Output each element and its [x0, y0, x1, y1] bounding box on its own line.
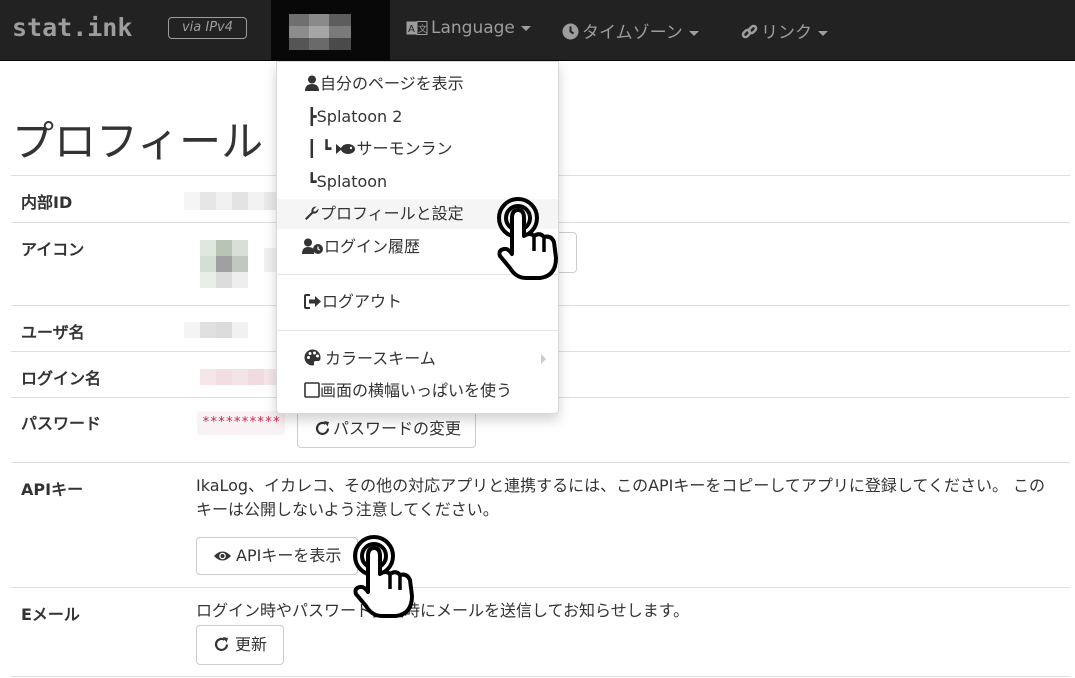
timezone-label: タイムゾーン — [582, 23, 683, 43]
menu-label: カラースキーム — [325, 349, 436, 368]
link-icon — [741, 23, 758, 45]
menu-item-splatoon2[interactable]: ┣Splatoon 2 — [277, 102, 558, 132]
chevron-down-icon — [520, 25, 531, 31]
clock-icon — [562, 23, 579, 45]
via-ipv4-badge: via IPv4 — [168, 17, 247, 39]
row-label-api-key: APIキー — [21, 480, 84, 499]
table-row: Eメール ログイン時やパスワード変更時にメールを送信してお知らせします。 更新 — [11, 587, 1070, 677]
menu-item-color-scheme[interactable]: カラースキーム — [277, 344, 558, 374]
wrench-icon — [304, 201, 320, 231]
menu-item-splatoon[interactable]: ┗Splatoon — [277, 167, 558, 197]
menu-divider — [278, 330, 559, 331]
fish-icon — [336, 135, 356, 165]
show-api-key-button[interactable]: APIキーを表示 — [196, 537, 359, 576]
palette-icon — [304, 346, 321, 376]
navbar: stat.ink via IPv4 A文 Language タイムゾーン リンク — [0, 0, 1075, 61]
user-clock-icon — [302, 234, 324, 264]
change-password-label: パスワードの変更 — [333, 419, 462, 438]
svg-text:A: A — [408, 24, 415, 35]
change-password-button[interactable]: パスワードの変更 — [297, 410, 477, 450]
svg-text:文: 文 — [418, 23, 427, 35]
page-title: プロフィール — [12, 117, 264, 166]
email-description: ログイン時やパスワード変更時にメールを送信してお知らせします。 — [196, 601, 690, 620]
links-label: リンク — [761, 23, 812, 43]
refresh-icon — [213, 629, 230, 667]
checkbox-icon — [304, 378, 320, 408]
row-label-login-name: ログイン名 — [21, 369, 102, 388]
menu-label: プロフィールと設定 — [320, 204, 464, 223]
sign-out-icon — [304, 289, 322, 319]
row-label-internal-id: 内部ID — [21, 193, 73, 212]
links-menu[interactable]: リンク — [741, 18, 828, 45]
menu-label-salmon-run: サーモンラン — [356, 139, 453, 158]
table-row: APIキー IkaLog、イカレコ、その他の対応アプリと連携するには、このAPI… — [11, 462, 1070, 587]
row-label-icon: アイコン — [21, 240, 85, 259]
menu-item-my-page[interactable]: 自分のページを表示 — [277, 69, 558, 99]
api-key-description: IkaLog、イカレコ、その他の対応アプリと連携するには、このAPIキーをコピー… — [196, 476, 1046, 519]
menu-item-salmon-run[interactable]: ┃ ┗ サーモンラン — [277, 134, 558, 164]
language-icon: A文 — [406, 20, 428, 40]
update-email-button[interactable]: 更新 — [196, 625, 285, 667]
timezone-menu[interactable]: タイムゾーン — [562, 18, 699, 45]
eye-icon — [213, 540, 232, 576]
menu-label: ┣Splatoon 2 — [307, 107, 403, 126]
user-icon — [304, 71, 320, 101]
menu-label: ┗Splatoon — [307, 172, 388, 191]
row-label-username: ユーザ名 — [21, 323, 85, 342]
row-label-email: Eメール — [21, 605, 80, 624]
chevron-down-icon — [688, 30, 699, 36]
language-menu[interactable]: A文 Language — [406, 18, 531, 40]
password-mask: ********** — [197, 411, 286, 435]
chevron-right-icon — [541, 354, 546, 364]
language-label: Language — [431, 18, 515, 38]
menu-item-logout[interactable]: ログアウト — [277, 287, 558, 317]
show-api-key-label: APIキーを表示 — [236, 546, 342, 565]
menu-label: ログアウト — [322, 292, 403, 311]
brand-logo[interactable]: stat.ink — [12, 13, 132, 42]
menu-item-full-width[interactable]: 画面の横幅いっぱいを使う — [277, 376, 558, 406]
refresh-icon — [314, 414, 331, 450]
chevron-down-icon — [818, 30, 828, 36]
user-avatar — [289, 14, 351, 50]
menu-label: 自分のページを表示 — [320, 74, 464, 93]
menu-label: ┃ ┗ — [307, 139, 332, 158]
menu-label: ログイン履歴 — [324, 237, 421, 256]
tap-hand-icon — [497, 197, 558, 280]
menu-label: 画面の横幅いっぱいを使う — [320, 381, 513, 400]
update-email-label: 更新 — [235, 635, 268, 654]
tap-hand-icon — [353, 535, 414, 618]
row-label-password: パスワード — [21, 414, 102, 433]
